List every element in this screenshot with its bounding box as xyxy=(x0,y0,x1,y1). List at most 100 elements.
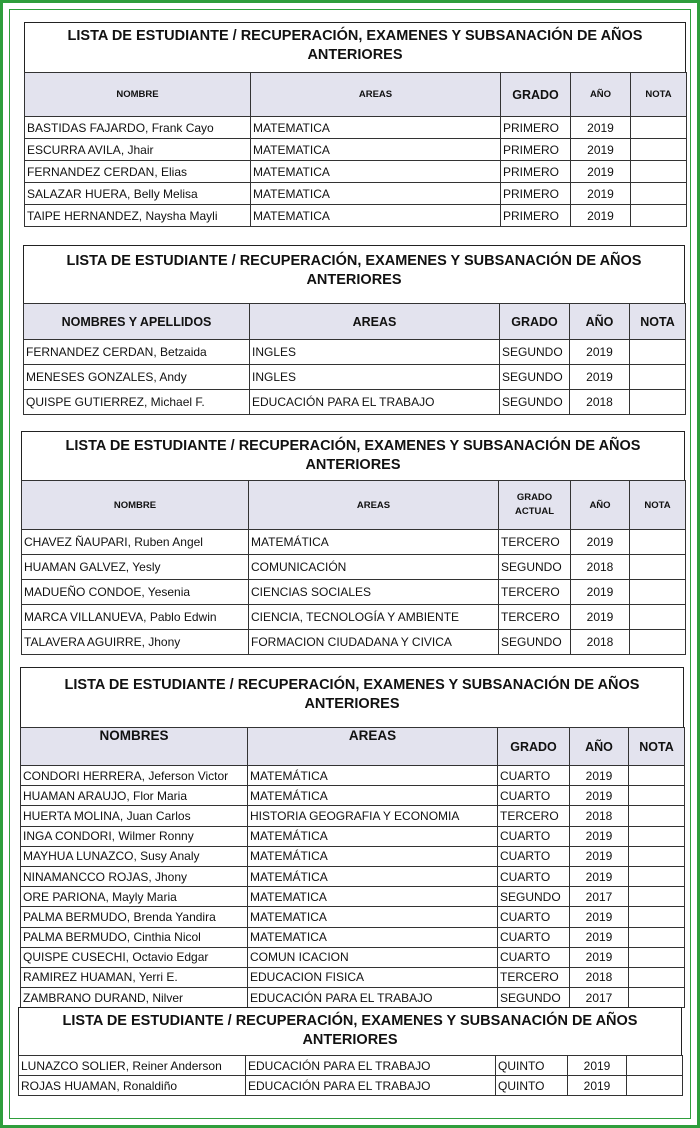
table-row: FERNANDEZ CERDAN, Elias MATEMATICA PRIME… xyxy=(24,160,687,183)
student-score xyxy=(628,825,685,847)
table-row: TALAVERA AGUIRRE, Jhony FORMACION CIUDAD… xyxy=(21,629,686,655)
student-score xyxy=(629,364,686,390)
student-area: COMUN ICACION xyxy=(247,946,498,968)
student-area: INGLES xyxy=(249,364,500,390)
table-row: CONDORI HERRERA, Jeferson Victor MATEMÁT… xyxy=(20,764,685,787)
table-row: TAIPE HERNANDEZ, Naysha Mayli MATEMATICA… xyxy=(24,204,687,227)
student-year: 2017 xyxy=(569,987,629,1009)
student-score xyxy=(629,579,686,605)
student-area: MATEMÁTICA xyxy=(247,764,498,787)
student-name: NINAMANCCO ROJAS, Jhony xyxy=(20,865,248,888)
student-area: INGLES xyxy=(249,339,500,365)
section-1: LISTA DE ESTUDIANTE / RECUPERACIÓN, EXAM… xyxy=(24,22,687,227)
student-grade: SEGUNDO xyxy=(499,364,570,390)
student-name: HUERTA MOLINA, Juan Carlos xyxy=(20,805,248,827)
student-year: 2019 xyxy=(569,364,630,390)
student-name: TAIPE HERNANDEZ, Naysha Mayli xyxy=(24,204,251,227)
table-row: ESCURRA AVILA, Jhair MATEMATICA PRIMERO … xyxy=(24,138,687,161)
student-year: 2019 xyxy=(567,1055,627,1076)
section-title: LISTA DE ESTUDIANTE / RECUPERACIÓN, EXAM… xyxy=(23,245,685,303)
section-title: LISTA DE ESTUDIANTE / RECUPERACIÓN, EXAM… xyxy=(18,1007,682,1055)
header-name: NOMBRES Y APELLIDOS xyxy=(23,303,250,340)
student-grade: CUARTO xyxy=(497,785,570,807)
header-areas: AREAS xyxy=(249,303,500,340)
table-header-row: NOMBRES Y APELLIDOS AREAS GRADO AÑO NOTA xyxy=(23,303,686,340)
student-grade: PRIMERO xyxy=(500,138,571,161)
student-grade: PRIMERO xyxy=(500,116,571,139)
student-area: CIENCIA, TECNOLOGÍA Y AMBIENTE xyxy=(248,604,499,630)
student-grade: CUARTO xyxy=(497,946,570,968)
table-row: NINAMANCCO ROJAS, Jhony MATEMÁTICA CUART… xyxy=(20,865,685,888)
student-area: MATEMATICA xyxy=(247,926,498,948)
header-year: AÑO xyxy=(570,480,630,530)
table-row: QUISPE GUTIERREZ, Michael F. EDUCACIÓN P… xyxy=(23,389,686,415)
student-grade: QUINTO xyxy=(495,1075,568,1096)
student-area: EDUCACION FISICA xyxy=(247,966,498,989)
student-area: CIENCIAS SOCIALES xyxy=(248,579,499,605)
student-score xyxy=(628,926,685,948)
student-area: MATEMATICA xyxy=(250,160,501,183)
student-area: MATEMÁTICA xyxy=(247,785,498,807)
student-name: ROJAS HUAMAN, Ronaldiño xyxy=(18,1075,246,1096)
student-score xyxy=(628,966,685,989)
student-year: 2018 xyxy=(569,966,629,989)
table-row: INGA CONDORI, Wilmer Ronny MATEMÁTICA CU… xyxy=(20,825,685,847)
student-area: MATEMATICA xyxy=(250,138,501,161)
student-year: 2017 xyxy=(569,886,629,908)
student-table: NOMBRES Y APELLIDOS AREAS GRADO AÑO NOTA… xyxy=(23,303,686,415)
table-row: RAMIREZ HUAMAN, Yerri E. EDUCACION FISIC… xyxy=(20,966,685,989)
student-table: NOMBRE AREAS GRADO AÑO NOTA BASTIDAS FAJ… xyxy=(24,72,687,227)
student-grade: CUARTO xyxy=(497,764,570,787)
section-2: LISTA DE ESTUDIANTE / RECUPERACIÓN, EXAM… xyxy=(23,245,686,415)
student-name: QUISPE CUSECHI, Octavio Edgar xyxy=(20,946,248,968)
header-year: AÑO xyxy=(570,72,631,117)
student-name: QUISPE GUTIERREZ, Michael F. xyxy=(23,389,250,415)
header-grade-score: NOTA xyxy=(629,303,686,340)
student-year: 2019 xyxy=(569,946,629,968)
student-score xyxy=(630,116,687,139)
student-name: CHAVEZ ÑAUPARI, Ruben Angel xyxy=(21,529,249,555)
student-year: 2019 xyxy=(569,906,629,928)
student-area: MATEMATICA xyxy=(250,182,501,205)
table-row: HUAMAN ARAUJO, Flor Maria MATEMÁTICA CUA… xyxy=(20,785,685,807)
student-area: FORMACION CIUDADANA Y CIVICA xyxy=(248,629,499,655)
student-grade: SEGUNDO xyxy=(499,339,570,365)
student-name: LUNAZCO SOLIER, Reiner Anderson xyxy=(18,1055,246,1076)
student-area: COMUNICACIÓN xyxy=(248,554,499,580)
header-grade-score: NOTA xyxy=(629,480,686,530)
student-score xyxy=(629,554,686,580)
student-name: MENESES GONZALES, Andy xyxy=(23,364,250,390)
student-area: MATEMÁTICA xyxy=(247,825,498,847)
table-header-row: NOMBRE AREAS GRADO ACTUAL AÑO NOTA xyxy=(21,480,686,530)
student-name: SALAZAR HUERA, Belly Melisa xyxy=(24,182,251,205)
student-year: 2019 xyxy=(570,204,631,227)
student-year: 2018 xyxy=(569,389,630,415)
student-name: ZAMBRANO DURAND, Nilver xyxy=(20,987,248,1009)
header-name: NOMBRES xyxy=(20,727,248,766)
student-area: EDUCACIÓN PARA EL TRABAJO xyxy=(245,1055,496,1076)
student-name: HUAMAN GALVEZ, Yesly xyxy=(21,554,249,580)
section-title: LISTA DE ESTUDIANTE / RECUPERACIÓN, EXAM… xyxy=(20,667,684,727)
student-score xyxy=(628,886,685,908)
student-score xyxy=(628,845,685,867)
student-area: MATEMATICA xyxy=(250,116,501,139)
student-area: MATEMATICA xyxy=(247,886,498,908)
student-grade: CUARTO xyxy=(497,825,570,847)
student-area: MATEMATICA xyxy=(250,204,501,227)
table-row: ORE PARIONA, Mayly Maria MATEMATICA SEGU… xyxy=(20,886,685,908)
table-row: PALMA BERMUDO, Cinthia Nicol MATEMATICA … xyxy=(20,926,685,948)
header-grade: GRADO xyxy=(500,72,571,117)
student-year: 2019 xyxy=(569,845,629,867)
table-row: HUAMAN GALVEZ, Yesly COMUNICACIÓN SEGUND… xyxy=(21,554,686,580)
student-area: EDUCACIÓN PARA EL TRABAJO xyxy=(247,987,498,1009)
student-grade: TERCERO xyxy=(498,579,571,605)
student-table: NOMBRE AREAS GRADO ACTUAL AÑO NOTA CHAVE… xyxy=(21,480,686,655)
student-area: MATEMÁTICA xyxy=(248,529,499,555)
table-row: BASTIDAS FAJARDO, Frank Cayo MATEMATICA … xyxy=(24,116,687,139)
table-row: MADUEÑO CONDOE, Yesenia CIENCIAS SOCIALE… xyxy=(21,579,686,605)
header-name: NOMBRE xyxy=(24,72,251,117)
student-year: 2019 xyxy=(569,865,629,888)
student-table: NOMBRES AREAS GRADO AÑO NOTA CONDORI HER… xyxy=(20,727,685,1009)
student-grade: TERCERO xyxy=(498,529,571,555)
header-name: NOMBRE xyxy=(21,480,249,530)
